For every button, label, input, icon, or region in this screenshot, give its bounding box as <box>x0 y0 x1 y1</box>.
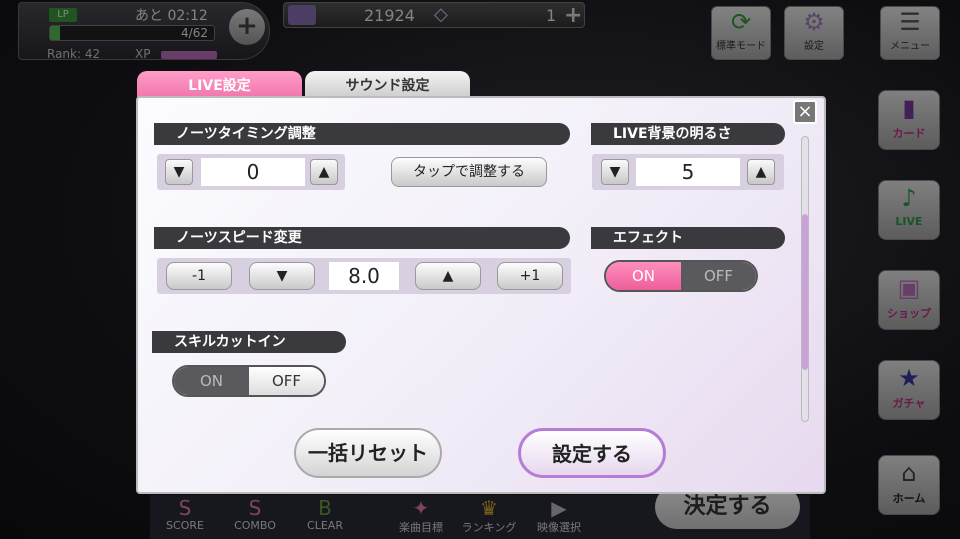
notes-timing-stepper: ▼ 0 ▲ <box>157 154 345 190</box>
bg-brightness-value: 5 <box>636 158 740 186</box>
notes-timing-down-button[interactable]: ▼ <box>165 159 193 185</box>
dialog-scrollbar[interactable] <box>801 136 809 422</box>
notes-speed-value: 8.0 <box>329 262 399 290</box>
notes-speed-down-button[interactable]: ▼ <box>249 262 315 290</box>
bg-brightness-header: LIVE背景の明るさ <box>591 123 785 145</box>
bg-brightness-down-button[interactable]: ▼ <box>601 159 629 185</box>
notes-timing-value: 0 <box>201 158 305 186</box>
notes-timing-header: ノーツタイミング調整 <box>154 123 570 145</box>
effect-on-option[interactable]: ON <box>606 262 681 290</box>
effect-header: エフェクト <box>591 227 785 249</box>
skill-cutin-on-option[interactable]: ON <box>174 367 249 395</box>
confirm-settings-button[interactable]: 設定する <box>518 428 666 478</box>
tap-adjust-button[interactable]: タップで調整する <box>391 157 547 187</box>
reset-all-button[interactable]: 一括リセット <box>294 428 442 478</box>
notes-speed-header: ノーツスピード変更 <box>154 227 570 249</box>
notes-speed-stepper: -1 ▼ 8.0 ▲ +1 <box>157 258 571 294</box>
skill-cutin-toggle[interactable]: ON OFF <box>172 365 326 397</box>
effect-off-option[interactable]: OFF <box>681 262 756 290</box>
notes-timing-up-button[interactable]: ▲ <box>310 159 338 185</box>
notes-speed-plus1-button[interactable]: +1 <box>497 262 563 290</box>
close-icon[interactable]: × <box>793 100 817 124</box>
skill-cutin-off-option[interactable]: OFF <box>249 367 324 395</box>
bg-brightness-stepper: ▼ 5 ▲ <box>592 154 784 190</box>
effect-toggle[interactable]: ON OFF <box>604 260 758 292</box>
notes-speed-minus1-button[interactable]: -1 <box>166 262 232 290</box>
dialog-scrollbar-thumb[interactable] <box>802 213 808 370</box>
bg-brightness-up-button[interactable]: ▲ <box>747 159 775 185</box>
skill-cutin-header: スキルカットイン <box>152 331 346 353</box>
notes-speed-up-button[interactable]: ▲ <box>415 262 481 290</box>
